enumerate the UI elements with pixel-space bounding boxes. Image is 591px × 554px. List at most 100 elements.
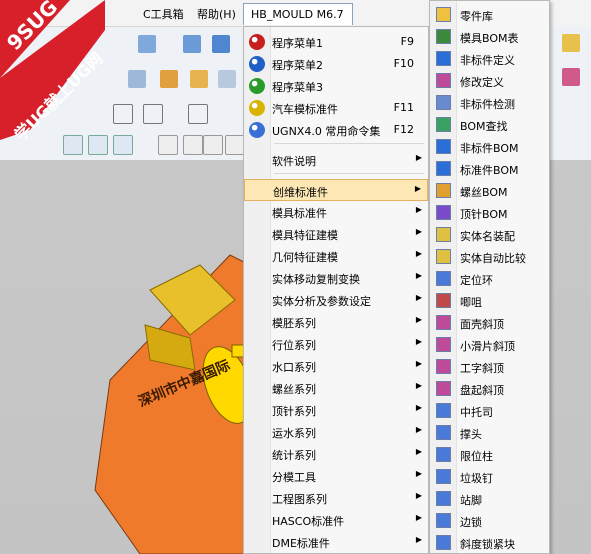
tool-icon bbox=[436, 271, 451, 286]
menu-item[interactable]: UGNX4.0 常用命令集 F12 bbox=[244, 119, 428, 141]
submenu-item[interactable]: 撑头 bbox=[430, 422, 549, 444]
submenu-item[interactable]: 零件库 bbox=[430, 4, 549, 26]
snap-icon[interactable] bbox=[225, 135, 245, 155]
submenu-item[interactable]: 实体自动比较 bbox=[430, 246, 549, 268]
sketch-icon[interactable] bbox=[143, 104, 163, 124]
sketch-icon[interactable] bbox=[188, 104, 208, 124]
menu-help[interactable]: 帮助(H) bbox=[197, 6, 236, 22]
shape-icon[interactable] bbox=[190, 70, 208, 88]
menu-item[interactable]: 实体分析及参数设定 ▶ bbox=[244, 289, 428, 311]
submenu-item[interactable]: 小滑片斜顶 bbox=[430, 334, 549, 356]
menu-item[interactable]: 模胚系列 ▶ bbox=[244, 311, 428, 333]
tool-icon bbox=[436, 95, 451, 110]
submenu-item[interactable]: 修改定义 bbox=[430, 70, 549, 92]
submenu-item[interactable]: 盘起斜顶 bbox=[430, 378, 549, 400]
submenu-item[interactable]: 实体名装配 bbox=[430, 224, 549, 246]
menu-item[interactable]: 程序菜单3 bbox=[244, 75, 428, 97]
submenu-item[interactable]: 站脚 bbox=[430, 488, 549, 510]
menu-item-label: 模具标准件 bbox=[272, 207, 327, 220]
menu-item[interactable]: 顶针系列 ▶ bbox=[244, 399, 428, 421]
menu-item[interactable]: 螺丝系列 ▶ bbox=[244, 377, 428, 399]
submenu-item-label: BOM查找 bbox=[460, 120, 508, 133]
snap-icon[interactable] bbox=[113, 135, 133, 155]
snap-icon[interactable] bbox=[183, 135, 203, 155]
sketch-icon[interactable] bbox=[113, 104, 133, 124]
snap-icon[interactable] bbox=[203, 135, 223, 155]
menu-item-label: 软件说明 bbox=[272, 155, 316, 168]
menu-item[interactable]: 运水系列 ▶ bbox=[244, 421, 428, 443]
submenu-item-label: 垃圾钉 bbox=[460, 472, 493, 485]
submenu-item[interactable]: 螺丝BOM bbox=[430, 180, 549, 202]
menu-item-shortcut: F9 bbox=[400, 35, 414, 48]
shape-icon[interactable] bbox=[218, 70, 236, 88]
submenu-item[interactable]: 唧咀 bbox=[430, 290, 549, 312]
tool-icon bbox=[436, 403, 451, 418]
tool-icon bbox=[436, 205, 451, 220]
tool-icon bbox=[436, 491, 451, 506]
tool-icon bbox=[436, 359, 451, 374]
submenu-item[interactable]: 模具BOM表 bbox=[430, 26, 549, 48]
tool-icon bbox=[436, 183, 451, 198]
menu-item[interactable]: 程序菜单2 F10 bbox=[244, 53, 428, 75]
menu-item[interactable]: HASCO标准件 ▶ bbox=[244, 509, 428, 531]
menu-item[interactable]: 模具特征建模 ▶ bbox=[244, 223, 428, 245]
yin-yang-icon bbox=[249, 56, 265, 72]
tool-icon bbox=[436, 447, 451, 462]
submenu-item[interactable]: 面壳斜顶 bbox=[430, 312, 549, 334]
menu-item[interactable]: 模具标准件 ▶ bbox=[244, 201, 428, 223]
menu-item-label: 工程图系列 bbox=[272, 493, 327, 506]
tool-icon bbox=[436, 425, 451, 440]
menu-item-label: HASCO标准件 bbox=[272, 515, 345, 528]
menu-item[interactable]: 行位系列 ▶ bbox=[244, 333, 428, 355]
menu-item[interactable]: 分模工具 ▶ bbox=[244, 465, 428, 487]
chevron-right-icon: ▶ bbox=[415, 535, 422, 544]
submenu-item[interactable]: 边锁 bbox=[430, 510, 549, 532]
menu-item[interactable]: 实体移动复制变换 ▶ bbox=[244, 267, 428, 289]
submenu-item[interactable]: 工字斜顶 bbox=[430, 356, 549, 378]
submenu-item-label: 中托司 bbox=[460, 406, 493, 419]
tool-icon bbox=[436, 73, 451, 88]
menu-item[interactable]: 程序菜单1 F9 bbox=[244, 31, 428, 53]
chevron-right-icon: ▶ bbox=[415, 403, 422, 412]
menu-hb-mould[interactable]: HB_MOULD M6.7 bbox=[243, 3, 353, 25]
menu-item-shortcut: F12 bbox=[393, 123, 414, 136]
shape-icon[interactable] bbox=[160, 70, 178, 88]
menu-item[interactable]: 创维标准件 ▶ bbox=[244, 179, 428, 201]
submenu-item-label: 实体自动比较 bbox=[460, 252, 526, 265]
menu-item-label: 分模工具 bbox=[272, 471, 316, 484]
submenu-item[interactable]: 非标件定义 bbox=[430, 48, 549, 70]
tool-icon bbox=[436, 51, 451, 66]
chevron-right-icon: ▶ bbox=[415, 337, 422, 346]
submenu-item[interactable]: 顶针BOM bbox=[430, 202, 549, 224]
menu-item-shortcut: F11 bbox=[393, 101, 414, 114]
submenu-item[interactable]: 斜度锁紧块 bbox=[430, 532, 549, 554]
submenu-item[interactable]: 限位柱 bbox=[430, 444, 549, 466]
menu-item[interactable]: 汽车模标准件 F11 bbox=[244, 97, 428, 119]
menu-item-label: 实体分析及参数设定 bbox=[272, 295, 371, 308]
menu-item[interactable]: DME标准件 ▶ bbox=[244, 531, 428, 553]
render-icon[interactable] bbox=[562, 68, 580, 86]
submenu-item[interactable]: 标准件BOM bbox=[430, 158, 549, 180]
snap-icon[interactable] bbox=[158, 135, 178, 155]
submenu-item[interactable]: 中托司 bbox=[430, 400, 549, 422]
submenu-item[interactable]: 非标件检测 bbox=[430, 92, 549, 114]
menu-tools[interactable]: C工具箱 bbox=[143, 6, 184, 22]
submenu-item[interactable]: 非标件BOM bbox=[430, 136, 549, 158]
submenu-item[interactable]: 定位环 bbox=[430, 268, 549, 290]
cube-icon[interactable] bbox=[183, 35, 201, 53]
submenu-item[interactable]: BOM查找 bbox=[430, 114, 549, 136]
menu-item[interactable]: 几何特征建模 ▶ bbox=[244, 245, 428, 267]
paint-icon[interactable] bbox=[562, 34, 580, 52]
submenu-item[interactable]: 垃圾钉 bbox=[430, 466, 549, 488]
menu-item[interactable]: 软件说明 ▶ bbox=[244, 149, 428, 171]
cube-icon[interactable] bbox=[212, 35, 230, 53]
submenu-item-label: 小滑片斜顶 bbox=[460, 340, 515, 353]
menu-item[interactable]: 工程图系列 ▶ bbox=[244, 487, 428, 509]
submenu-item-label: 盘起斜顶 bbox=[460, 384, 504, 397]
cube-icon[interactable] bbox=[138, 35, 156, 53]
submenu-item-label: 唧咀 bbox=[460, 296, 482, 309]
menu-item[interactable]: 水口系列 ▶ bbox=[244, 355, 428, 377]
submenu-item-label: 斜度锁紧块 bbox=[460, 538, 515, 551]
shape-icon[interactable] bbox=[128, 70, 146, 88]
menu-item[interactable]: 统计系列 ▶ bbox=[244, 443, 428, 465]
